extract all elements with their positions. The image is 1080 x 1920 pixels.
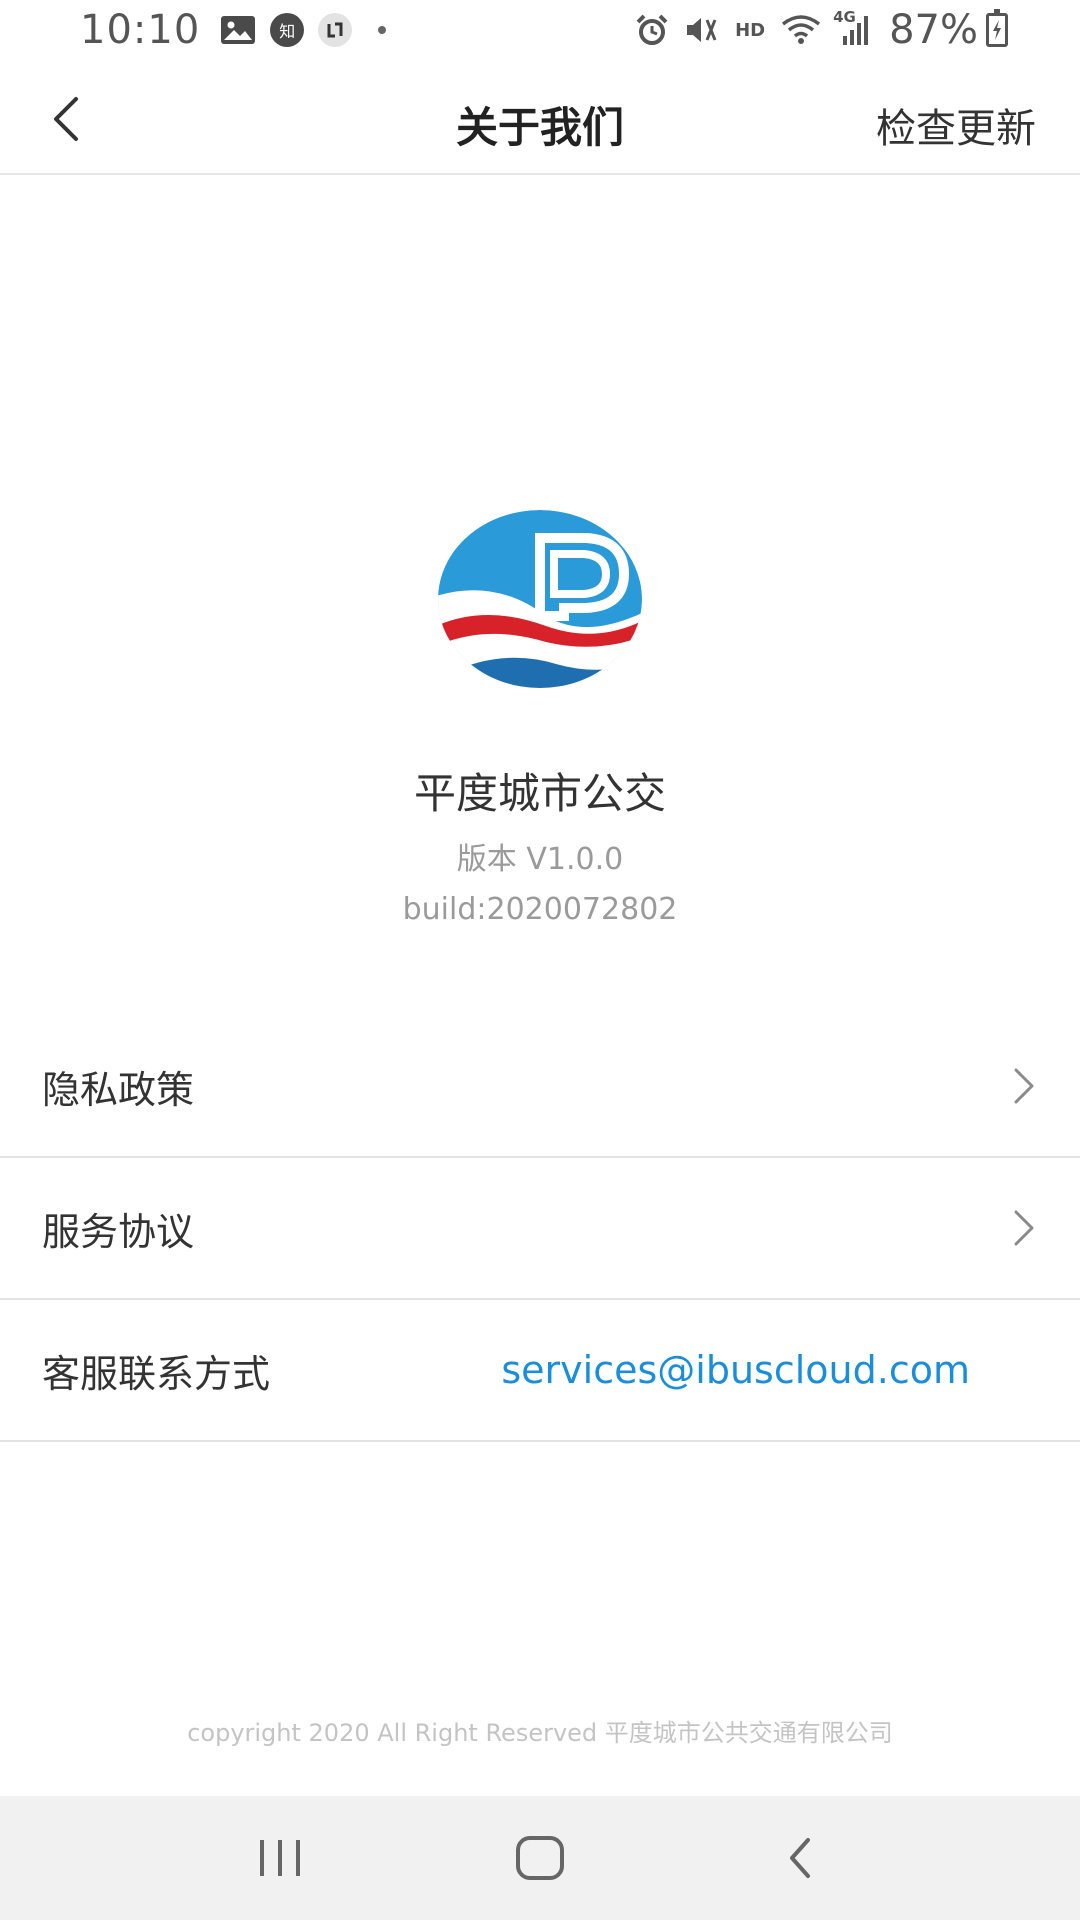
recent-apps-icon xyxy=(260,1840,300,1876)
chevron-right-icon xyxy=(1014,1068,1034,1104)
mute-icon xyxy=(683,14,721,46)
about-us-screen: 10:10 知 HD 4G 87% 关于我们 检查更新 平度城市公交 版本 V1… xyxy=(0,0,1080,1920)
status-bar: 10:10 知 HD 4G 87% xyxy=(0,0,1080,60)
privacy-policy-row[interactable]: 隐私政策 xyxy=(0,1016,1080,1158)
chevron-right-icon xyxy=(1014,1210,1034,1246)
signal-4g-label: 4G xyxy=(833,8,856,26)
status-bar-left: 10:10 知 xyxy=(80,7,387,53)
sync-notification-icon xyxy=(318,13,353,47)
home-button[interactable] xyxy=(490,1818,590,1898)
nav-header: 关于我们 检查更新 xyxy=(0,60,1080,175)
customer-service-label: 客服联系方式 xyxy=(42,1351,271,1396)
app-build: build:2020072802 xyxy=(402,892,678,927)
back-icon xyxy=(790,1838,810,1878)
app-logo xyxy=(436,508,644,690)
service-agreement-row[interactable]: 服务协议 xyxy=(0,1158,1080,1300)
gallery-notification-icon xyxy=(220,15,256,45)
status-time: 10:10 xyxy=(80,7,201,53)
alarm-icon xyxy=(635,14,669,46)
more-notifications-dot-icon xyxy=(378,26,387,34)
customer-service-row: 客服联系方式 services@ibuscloud.com xyxy=(0,1300,1080,1442)
hd-indicator: HD xyxy=(735,19,766,41)
contact-email-link[interactable]: services@ibuscloud.com xyxy=(501,1348,970,1392)
copyright-text: copyright 2020 All Right Reserved 平度城市公共… xyxy=(187,1719,893,1747)
app-version: 版本 V1.0.0 xyxy=(456,842,624,877)
check-update-button[interactable]: 检查更新 xyxy=(876,96,1036,154)
wifi-icon xyxy=(781,14,821,46)
privacy-policy-label: 隐私政策 xyxy=(42,1067,195,1112)
system-nav-bar xyxy=(0,1796,1080,1920)
home-icon xyxy=(516,1836,564,1880)
zhihu-notification-icon: 知 xyxy=(270,13,305,47)
system-back-button[interactable] xyxy=(750,1818,850,1898)
battery-percent: 87% xyxy=(889,7,978,53)
recent-apps-button[interactable] xyxy=(230,1818,330,1898)
status-bar-right: HD 4G 87% xyxy=(635,7,1008,53)
battery-charging-icon xyxy=(986,9,1008,47)
app-name: 平度城市公交 xyxy=(413,769,666,818)
service-agreement-label: 服务协议 xyxy=(42,1209,195,1254)
cell-signal-icon: 4G xyxy=(833,8,869,46)
